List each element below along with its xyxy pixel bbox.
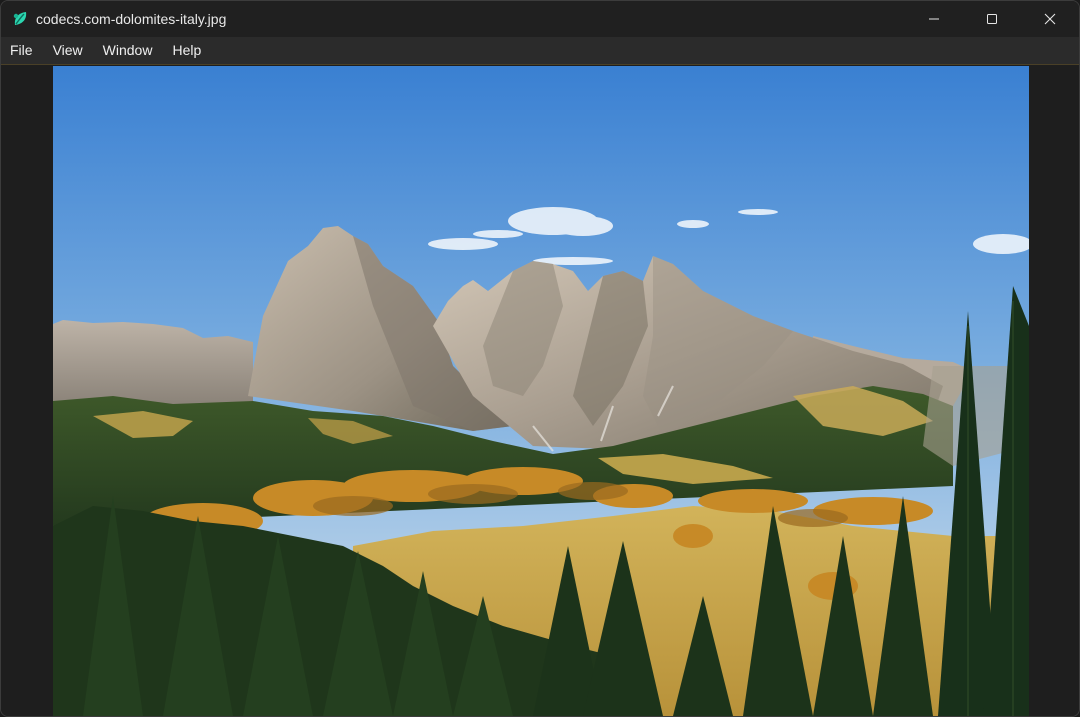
minimize-button[interactable] (905, 1, 963, 37)
window-controls (905, 1, 1079, 37)
leaf-icon (13, 12, 27, 25)
menu-help[interactable]: Help (162, 37, 211, 64)
minimize-icon (929, 18, 939, 20)
title-bar[interactable]: codecs.com-dolomites-italy.jpg (1, 1, 1079, 37)
close-icon (1044, 13, 1056, 25)
image-canvas[interactable] (1, 65, 1079, 716)
window-title: codecs.com-dolomites-italy.jpg (36, 11, 227, 27)
maximize-button[interactable] (963, 1, 1021, 37)
menu-bar: File View Window Help (1, 37, 1079, 65)
close-button[interactable] (1021, 1, 1079, 37)
menu-view[interactable]: View (43, 37, 93, 64)
menu-file[interactable]: File (1, 37, 43, 64)
maximize-icon (987, 14, 997, 24)
dolomites-photo (53, 66, 1029, 716)
menu-window[interactable]: Window (93, 37, 163, 64)
image-viewer-window: codecs.com-dolomites-italy.jpg File View… (0, 0, 1080, 717)
